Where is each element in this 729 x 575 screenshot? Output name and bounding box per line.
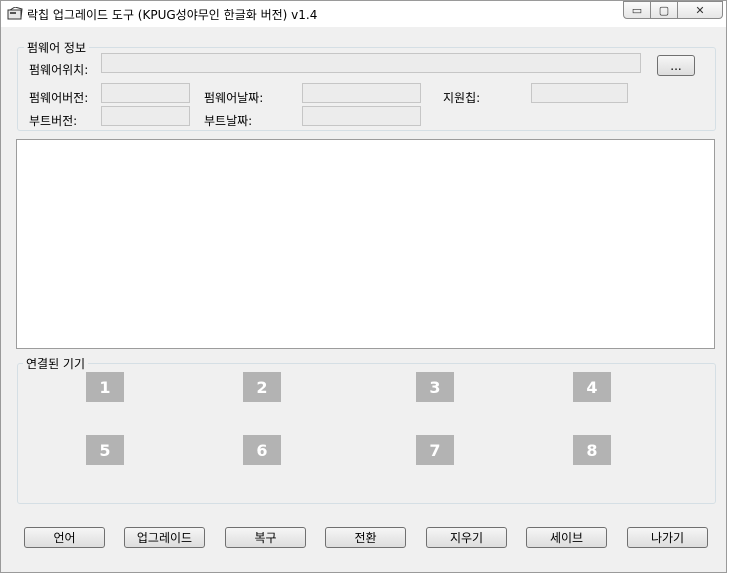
restore-button[interactable]: 복구 xyxy=(225,527,306,548)
device-slot-8: 8 xyxy=(573,435,611,465)
device-slot-1: 1 xyxy=(86,372,124,402)
exit-button[interactable]: 나가기 xyxy=(627,527,708,548)
connected-devices-label: 연결된 기기 xyxy=(23,355,89,372)
firmware-version-field xyxy=(101,83,190,103)
maximize-icon: ▢ xyxy=(658,3,670,17)
firmware-info-label: 펌웨어 정보 xyxy=(24,39,90,56)
app-window: 락칩 업그레이드 도구 (KPUG성야무인 한글화 버전) v1.4 ▭ ▢ ✕… xyxy=(0,0,727,573)
supported-chip-label: 지원칩: xyxy=(443,91,481,105)
device-slot-2: 2 xyxy=(243,372,281,402)
firmware-location-label: 펌웨어위치: xyxy=(29,63,89,77)
device-slot-6: 6 xyxy=(243,435,281,465)
boot-version-field xyxy=(101,106,190,126)
language-button[interactable]: 언어 xyxy=(24,527,105,548)
firmware-version-label: 펌웨어버전: xyxy=(29,91,89,105)
close-icon: ✕ xyxy=(695,3,705,17)
supported-chip-field xyxy=(531,83,628,103)
minimize-icon: ▭ xyxy=(631,3,643,17)
boot-version-label: 부트버전: xyxy=(29,114,78,128)
firmware-date-field xyxy=(302,83,421,103)
browse-button[interactable]: ... xyxy=(657,55,695,76)
title-bar: 락칩 업그레이드 도구 (KPUG성야무인 한글화 버전) v1.4 ▭ ▢ ✕ xyxy=(1,1,726,27)
firmware-location-field[interactable] xyxy=(101,53,641,73)
window-title: 락칩 업그레이드 도구 (KPUG성야무인 한글화 버전) v1.4 xyxy=(27,8,318,22)
boot-date-label: 부트날짜: xyxy=(204,114,253,128)
boot-date-field xyxy=(302,106,421,126)
erase-button[interactable]: 지우기 xyxy=(426,527,507,548)
switch-button[interactable]: 전환 xyxy=(325,527,406,548)
close-button[interactable]: ✕ xyxy=(677,1,723,19)
device-slot-7: 7 xyxy=(416,435,454,465)
firmware-date-label: 펌웨어날짜: xyxy=(204,91,264,105)
minimize-button[interactable]: ▭ xyxy=(623,1,651,19)
save-button[interactable]: 세이브 xyxy=(526,527,607,548)
device-slot-5: 5 xyxy=(86,435,124,465)
device-slot-4: 4 xyxy=(573,372,611,402)
maximize-button[interactable]: ▢ xyxy=(650,1,678,19)
log-output-area[interactable] xyxy=(16,139,715,349)
device-slot-3: 3 xyxy=(416,372,454,402)
app-icon xyxy=(7,7,23,20)
upgrade-button[interactable]: 업그레이드 xyxy=(124,527,205,548)
